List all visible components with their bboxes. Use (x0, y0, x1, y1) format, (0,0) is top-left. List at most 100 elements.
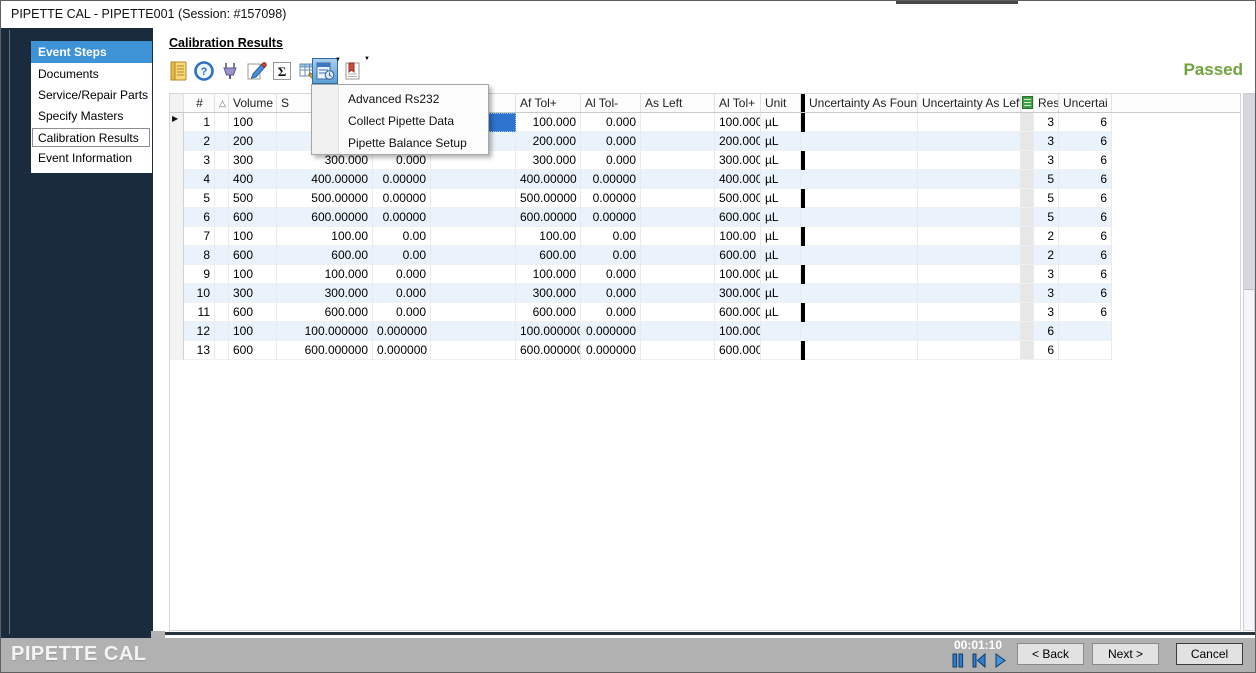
menu-item-advanced-rs232[interactable]: Advanced Rs232 (312, 88, 488, 110)
table-cell[interactable]: 0.000000 (581, 341, 641, 360)
table-cell[interactable] (1021, 265, 1034, 284)
table-cell[interactable] (641, 151, 715, 170)
table-cell[interactable] (805, 170, 918, 189)
table-cell[interactable]: 3 (1034, 284, 1059, 303)
table-cell[interactable]: 400.00000 (715, 170, 761, 189)
table-cell[interactable]: µL (761, 208, 801, 227)
table-cell[interactable]: 300.000 (516, 284, 581, 303)
table-cell[interactable]: µL (761, 151, 801, 170)
table-cell[interactable]: 100.000 (715, 113, 761, 132)
table-cell[interactable] (805, 341, 918, 360)
table-cell[interactable]: 6 (184, 208, 215, 227)
table-cell[interactable]: 100.00 (277, 227, 373, 246)
table-cell[interactable]: 4 (184, 170, 215, 189)
table-cell[interactable] (1021, 227, 1034, 246)
table-cell[interactable] (805, 189, 918, 208)
table-cell[interactable] (431, 341, 516, 360)
pause-icon[interactable] (951, 653, 965, 673)
table-cell[interactable]: µL (761, 246, 801, 265)
skip-start-icon[interactable] (971, 653, 987, 673)
table-cell[interactable] (805, 265, 918, 284)
table-cell[interactable] (215, 303, 229, 322)
table-cell[interactable] (805, 227, 918, 246)
help-icon[interactable]: ? (191, 58, 217, 84)
table-cell[interactable] (918, 132, 1021, 151)
notebook-icon[interactable] (165, 58, 191, 84)
table-cell[interactable]: 300.000 (715, 151, 761, 170)
table-cell[interactable]: 400.00000 (277, 170, 373, 189)
table-cell[interactable]: 0.00000 (581, 189, 641, 208)
table-cell[interactable] (918, 208, 1021, 227)
table-cell[interactable]: 600.00 (516, 246, 581, 265)
sigma-icon[interactable]: Σ (269, 58, 295, 84)
table-cell[interactable]: 0.00000 (581, 208, 641, 227)
table-cell[interactable]: 0.000 (373, 284, 431, 303)
table-cell[interactable]: 600.00 (715, 246, 761, 265)
table-cell[interactable]: µL (761, 132, 801, 151)
table-cell[interactable] (1059, 341, 1112, 360)
table-cell[interactable] (641, 208, 715, 227)
table-cell[interactable] (170, 284, 184, 303)
table-cell[interactable]: 6 (1059, 265, 1112, 284)
table-cell[interactable] (215, 132, 229, 151)
scrollbar-thumb[interactable] (1244, 94, 1254, 290)
table-cell[interactable]: 100.000 (516, 113, 581, 132)
table-cell[interactable]: 200.000 (516, 132, 581, 151)
table-cell[interactable]: 100 (229, 265, 277, 284)
sidebar-item-specify-masters[interactable]: Specify Masters (31, 107, 152, 126)
table-cell[interactable] (641, 284, 715, 303)
table-cell[interactable] (805, 151, 918, 170)
back-button[interactable]: < Back (1017, 643, 1084, 665)
sidebar-item-service-repair-parts[interactable]: Service/Repair Parts (31, 86, 152, 105)
report-icon[interactable]: ▼ (340, 58, 366, 84)
table-cell[interactable]: 600.00000 (715, 208, 761, 227)
table-cell[interactable]: 3 (1034, 303, 1059, 322)
table-cell[interactable] (1021, 132, 1034, 151)
table-cell[interactable] (170, 227, 184, 246)
table-cell[interactable]: 100 (229, 322, 277, 341)
table-cell[interactable] (641, 132, 715, 151)
table-cell[interactable]: 600.00000 (277, 208, 373, 227)
table-cell[interactable]: 600 (229, 341, 277, 360)
table-cell[interactable] (170, 303, 184, 322)
table-cell[interactable]: 3 (1034, 151, 1059, 170)
table-cell[interactable]: 400.00000 (516, 170, 581, 189)
table-cell[interactable]: 200.000 (715, 132, 761, 151)
table-cell[interactable]: 5 (1034, 189, 1059, 208)
column-header-uncertainty-as-left[interactable]: Uncertainty As Left (918, 94, 1021, 112)
table-cell[interactable]: 6 (1059, 189, 1112, 208)
table-cell[interactable] (1059, 322, 1112, 341)
table-cell[interactable]: 300.000 (277, 284, 373, 303)
table-cell[interactable] (431, 322, 516, 341)
table-cell[interactable]: 0.00 (373, 246, 431, 265)
table-cell[interactable] (1021, 322, 1034, 341)
table-cell[interactable]: 6 (1059, 303, 1112, 322)
sidebar-item-event-information[interactable]: Event Information (31, 149, 152, 168)
sidebar-item-calibration-results[interactable]: Calibration Results (32, 128, 150, 147)
next-button[interactable]: Next > (1092, 643, 1159, 665)
table-cell[interactable]: 0.000000 (373, 322, 431, 341)
table-cell[interactable]: 6 (1059, 151, 1112, 170)
table-cell[interactable]: 500.00000 (516, 189, 581, 208)
cancel-button[interactable]: Cancel (1176, 643, 1243, 665)
play-icon[interactable] (993, 653, 1006, 673)
table-cell[interactable]: 300.000 (715, 284, 761, 303)
table-cell[interactable]: µL (761, 303, 801, 322)
table-cell[interactable] (170, 246, 184, 265)
column-header-as-left[interactable]: As Left (641, 94, 715, 112)
table-cell[interactable]: 3 (1034, 265, 1059, 284)
table-cell[interactable]: 0.000 (581, 265, 641, 284)
table-cell[interactable] (215, 246, 229, 265)
sidebar-item-documents[interactable]: Documents (31, 65, 152, 84)
table-cell[interactable] (215, 170, 229, 189)
table-cell[interactable]: 10 (184, 284, 215, 303)
table-cell[interactable] (918, 265, 1021, 284)
table-cell[interactable]: µL (761, 284, 801, 303)
table-cell[interactable]: 200 (229, 132, 277, 151)
table-cell[interactable]: 0.00000 (373, 208, 431, 227)
table-cell[interactable]: 100.000000 (277, 322, 373, 341)
table-cell[interactable] (1021, 208, 1034, 227)
table-cell[interactable] (1021, 113, 1034, 132)
table-cell[interactable]: 8 (184, 246, 215, 265)
table-cell[interactable]: 0.00000 (373, 189, 431, 208)
